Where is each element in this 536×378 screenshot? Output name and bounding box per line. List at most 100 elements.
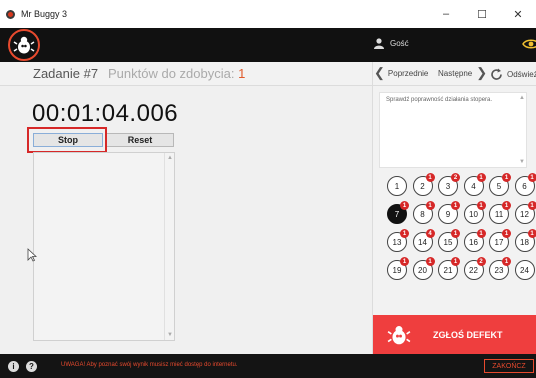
scroll-up-icon[interactable]: ▲	[519, 95, 525, 101]
app-footer: i ? UWAGA! Aby poznać swój wynik musisz …	[0, 354, 536, 378]
test-case-24[interactable]: 24	[514, 260, 535, 280]
test-case-10[interactable]: 10 1	[463, 201, 486, 224]
eye-icon[interactable]	[522, 38, 536, 50]
test-case-13[interactable]: 13 1	[387, 229, 409, 252]
chevron-left-icon: ❮	[374, 65, 385, 80]
test-case-3[interactable]: 32	[438, 173, 460, 196]
defect-count-badge: 4	[425, 229, 435, 238]
task-title: Zadanie #7	[33, 66, 99, 81]
defect-count-badge: 1	[451, 201, 460, 210]
user-icon	[374, 38, 384, 49]
window-controls: – ☐ ✕	[428, 0, 536, 28]
test-case-9[interactable]: 91	[438, 201, 460, 224]
test-case-number: 20	[418, 265, 427, 275]
test-case-21[interactable]: 21 1	[438, 257, 460, 280]
info-icon[interactable]: i	[8, 361, 19, 372]
defect-count-badge: 1	[425, 257, 435, 266]
refresh-icon	[491, 68, 502, 80]
defect-count-badge: 2	[451, 173, 460, 182]
reset-button[interactable]: Reset	[106, 133, 174, 147]
test-case-16[interactable]: 16 1	[463, 229, 486, 252]
defect-count-badge: 1	[451, 257, 460, 266]
description-text: Sprawdź poprawność działania stopera.	[386, 97, 493, 103]
app-window: Mr Buggy 3 – ☐ ✕ Gość Zadanie #7 Punktów…	[0, 0, 536, 378]
lap-list[interactable]: ▲ ▼	[33, 152, 175, 341]
test-case-11[interactable]: 11 1	[489, 201, 511, 224]
test-case-number: 16	[469, 237, 478, 247]
test-case-8[interactable]: 81	[412, 201, 435, 224]
test-case-20[interactable]: 20 1	[412, 257, 435, 280]
scrollbar[interactable]: ▲ ▼	[164, 153, 174, 340]
test-case-1[interactable]: 1	[387, 176, 407, 196]
test-case-number: 5	[496, 181, 502, 191]
test-case-15[interactable]: 15 1	[438, 229, 460, 252]
finish-button[interactable]: ZAKOŃCZ	[484, 359, 534, 373]
test-case-2[interactable]: 21	[412, 173, 435, 196]
test-case-number: 17	[494, 237, 504, 247]
connection-warning: UWAGA! Aby poznać swój wynik musisz mieć…	[61, 362, 238, 368]
test-case-6[interactable]: 61	[514, 173, 536, 196]
bug-logo-icon[interactable]	[8, 29, 40, 61]
next-task-button[interactable]: Następne ❯	[438, 65, 488, 80]
defect-count-badge: 1	[476, 229, 486, 238]
defect-count-badge: 1	[400, 257, 409, 266]
chevron-right-icon: ❯	[476, 65, 488, 80]
defect-count-badge: 2	[476, 257, 486, 266]
test-case-number: 9	[445, 209, 451, 219]
stopwatch-display: 00:01:04.006	[32, 100, 179, 127]
test-case-number: 3	[445, 181, 451, 191]
defect-count-badge: 1	[502, 173, 511, 182]
minimize-button[interactable]: –	[428, 0, 464, 28]
test-case-number: 11	[494, 209, 504, 219]
test-case-number: 13	[392, 237, 402, 247]
highlight-frame	[27, 127, 107, 153]
test-case-23[interactable]: 23 1	[489, 257, 511, 280]
task-bar: Zadanie #7 Punktów do zdobycia: 1 ❮ Popr…	[0, 62, 536, 86]
test-case-19[interactable]: 19 1	[387, 257, 409, 280]
scroll-up-icon[interactable]: ▲	[167, 155, 173, 161]
title-bar: Mr Buggy 3 – ☐ ✕	[0, 0, 536, 28]
defect-count-badge: 1	[476, 173, 486, 182]
scroll-down-icon[interactable]: ▼	[167, 332, 173, 338]
test-case-number: 12	[520, 209, 529, 219]
next-label: Następne	[438, 68, 473, 78]
prev-label: Poprzednie	[387, 68, 429, 78]
prev-task-button[interactable]: ❮ Poprzednie	[374, 65, 429, 80]
test-case-4[interactable]: 41	[463, 173, 486, 196]
test-case-number: 4	[471, 181, 476, 191]
bug-icon	[387, 325, 411, 344]
test-case-number: 18	[520, 237, 529, 247]
help-icon[interactable]: ?	[26, 361, 37, 372]
scroll-down-icon[interactable]: ▼	[519, 159, 525, 165]
task-side-pane: Sprawdź poprawność działania stopera. ▲ …	[372, 86, 536, 354]
test-case-number: 1	[394, 181, 400, 191]
description-scrollbar[interactable]: ▲ ▼	[518, 93, 526, 167]
test-case-12[interactable]: 12 1	[514, 201, 536, 224]
test-case-number: 7	[394, 209, 400, 219]
test-case-number: 6	[522, 181, 527, 191]
user-info[interactable]: Gość	[374, 38, 409, 49]
test-case-number: 15	[443, 237, 453, 247]
points-label: Punktów do zdobycia:	[108, 66, 235, 81]
defect-count-badge: 1	[400, 201, 409, 210]
defect-count-badge: 1	[400, 229, 409, 238]
test-case-14[interactable]: 14 4	[412, 229, 435, 252]
defect-count-badge: 1	[451, 229, 460, 238]
stopwatch-pane: 00:01:04.006 Stop Reset ▲ ▼	[0, 86, 372, 354]
refresh-button[interactable]: Odśwież	[490, 68, 536, 81]
close-button[interactable]: ✕	[500, 0, 536, 28]
test-case-number: 10	[469, 209, 478, 219]
test-case-5[interactable]: 51	[489, 173, 511, 196]
test-case-17[interactable]: 17 1	[489, 229, 511, 252]
test-case-22[interactable]: 22 2	[463, 257, 486, 280]
report-defect-button[interactable]: ZGŁOŚ DEFEKT	[373, 315, 536, 354]
test-case-number: 24	[520, 265, 529, 275]
defect-count-badge: 1	[527, 173, 536, 182]
test-case-number: 19	[392, 265, 402, 275]
test-case-number: 23	[494, 265, 504, 275]
test-case-7[interactable]: 71	[387, 201, 409, 224]
test-case-18[interactable]: 18 1	[514, 229, 536, 252]
defect-count-badge: 1	[425, 201, 435, 210]
maximize-button[interactable]: ☐	[464, 0, 500, 28]
mouse-cursor-icon	[27, 248, 37, 262]
